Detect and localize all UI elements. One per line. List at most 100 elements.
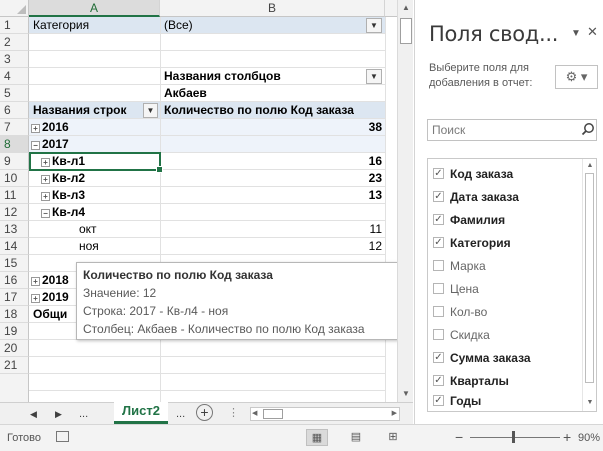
- sheet-tab-active[interactable]: Лист2: [114, 402, 168, 424]
- column-header-b[interactable]: B: [160, 0, 385, 17]
- row-header[interactable]: 16: [0, 272, 29, 289]
- collapse-icon[interactable]: −: [41, 209, 50, 218]
- cell-a11[interactable]: − Кв-л4: [41, 204, 159, 221]
- cell-a1[interactable]: Категория: [33, 17, 158, 34]
- add-sheet-icon[interactable]: +: [196, 404, 213, 421]
- page-layout-view-button[interactable]: ▤: [345, 429, 367, 446]
- checkbox-checked-icon[interactable]: ✓: [433, 352, 444, 363]
- horizontal-scrollbar[interactable]: ◀ ▶: [250, 407, 400, 421]
- row-header[interactable]: 17: [0, 289, 29, 306]
- expand-icon[interactable]: +: [41, 192, 50, 201]
- expand-icon[interactable]: +: [31, 277, 40, 286]
- cell-b3[interactable]: Названия столбцов: [164, 68, 364, 85]
- row-header[interactable]: 12: [0, 204, 29, 221]
- column-header-a[interactable]: A: [29, 0, 160, 17]
- pane-options-dropdown-icon[interactable]: ▼: [571, 28, 581, 39]
- row-header[interactable]: 6: [0, 102, 29, 119]
- more-sheets-left[interactable]: ...: [79, 406, 88, 422]
- row-header[interactable]: 4: [0, 68, 29, 85]
- row-header[interactable]: 20: [0, 340, 29, 357]
- field-list-scroll-thumb[interactable]: [585, 173, 594, 383]
- close-icon[interactable]: ✕: [587, 24, 598, 40]
- row-header[interactable]: 11: [0, 187, 29, 204]
- row-header[interactable]: 7: [0, 119, 29, 136]
- select-all-corner[interactable]: [0, 0, 29, 17]
- cell-b6[interactable]: 38: [164, 119, 382, 136]
- cell-b8[interactable]: 16: [164, 153, 382, 170]
- macro-record-icon[interactable]: [56, 431, 69, 442]
- checkbox-unchecked-icon[interactable]: [433, 329, 444, 340]
- row-header[interactable]: 14: [0, 238, 29, 255]
- zoom-slider-thumb[interactable]: [512, 431, 515, 443]
- cell-a16[interactable]: +2019: [31, 289, 76, 306]
- zoom-slider[interactable]: [470, 437, 560, 438]
- expand-icon[interactable]: +: [31, 124, 40, 133]
- zoom-out-icon[interactable]: −: [455, 429, 463, 445]
- row-header[interactable]: 8: [0, 136, 29, 153]
- row-header[interactable]: 13: [0, 221, 29, 238]
- vertical-scrollbar[interactable]: ▲ ▼: [397, 0, 413, 402]
- more-sheets-right[interactable]: ...: [176, 406, 185, 422]
- cell-b13[interactable]: 12: [164, 238, 382, 255]
- row-header[interactable]: 9: [0, 153, 29, 170]
- scroll-right-arrow-icon[interactable]: ▶: [392, 408, 397, 420]
- checkbox-checked-icon[interactable]: ✓: [433, 395, 444, 406]
- row-labels-dropdown-button[interactable]: ▼: [143, 103, 158, 118]
- row-header[interactable]: 5: [0, 85, 29, 102]
- cell-a10[interactable]: + Кв-л3: [41, 187, 159, 204]
- cell-a9[interactable]: + Кв-л2: [41, 170, 159, 187]
- column-labels-dropdown-button[interactable]: ▼: [366, 69, 382, 84]
- search-icon[interactable]: [581, 122, 595, 136]
- row-header[interactable]: 19: [0, 323, 29, 340]
- expand-icon[interactable]: +: [41, 175, 50, 184]
- checkbox-checked-icon[interactable]: ✓: [433, 375, 444, 386]
- cell-b9[interactable]: 23: [164, 170, 382, 187]
- row-header[interactable]: 10: [0, 170, 29, 187]
- scroll-up-arrow-icon[interactable]: ▲: [398, 0, 414, 16]
- row-header[interactable]: 1: [0, 17, 29, 34]
- checkbox-checked-icon[interactable]: ✓: [433, 168, 444, 179]
- next-sheet-arrow-icon[interactable]: ▶: [55, 406, 62, 422]
- normal-view-button[interactable]: ▦: [306, 429, 328, 446]
- prev-sheet-arrow-icon[interactable]: ◀: [30, 406, 37, 422]
- cell-b10[interactable]: 13: [164, 187, 382, 204]
- vertical-scroll-thumb[interactable]: [400, 18, 412, 44]
- zoom-in-icon[interactable]: +: [563, 429, 571, 445]
- expand-icon[interactable]: +: [31, 294, 40, 303]
- cell-a12[interactable]: окт: [79, 221, 159, 238]
- row-header[interactable]: 18: [0, 306, 29, 323]
- collapse-icon[interactable]: −: [31, 141, 40, 150]
- page-break-view-button[interactable]: ⊞: [382, 429, 404, 446]
- field-list-scrollbar[interactable]: ▲ ▼: [582, 159, 596, 411]
- cell-a6[interactable]: +2016: [31, 119, 159, 136]
- scroll-down-arrow-icon[interactable]: ▼: [583, 397, 597, 409]
- checkbox-checked-icon[interactable]: ✓: [433, 237, 444, 248]
- column-header-c[interactable]: [385, 0, 397, 17]
- checkbox-checked-icon[interactable]: ✓: [433, 191, 444, 202]
- cell-a13[interactable]: ноя: [79, 238, 159, 255]
- gear-icon[interactable]: ⚙ ▾: [555, 65, 598, 89]
- zoom-level[interactable]: 90%: [578, 432, 600, 444]
- horizontal-scroll-thumb[interactable]: [263, 409, 283, 419]
- checkbox-checked-icon[interactable]: ✓: [433, 214, 444, 225]
- cell-a17[interactable]: Общи: [33, 306, 76, 323]
- row-header[interactable]: 2: [0, 34, 29, 51]
- scroll-left-arrow-icon[interactable]: ◀: [252, 408, 257, 420]
- spreadsheet-grid[interactable]: A B 1 2 3 4 5 6 7 8 9 10 11 12 13 14 15 …: [0, 0, 397, 402]
- row-header[interactable]: 21: [0, 357, 29, 374]
- checkbox-unchecked-icon[interactable]: [433, 283, 444, 294]
- cell-b5[interactable]: Количество по полю Код заказа: [164, 102, 385, 119]
- scroll-down-arrow-icon[interactable]: ▼: [398, 386, 414, 402]
- checkbox-unchecked-icon[interactable]: [433, 306, 444, 317]
- row-header[interactable]: 15: [0, 255, 29, 272]
- field-search-input[interactable]: [427, 119, 597, 141]
- tab-splitter-icon[interactable]: ⋮: [228, 405, 239, 421]
- cell-b4[interactable]: Акбаев: [164, 85, 364, 102]
- row-header[interactable]: 3: [0, 51, 29, 68]
- cell-a7[interactable]: −2017: [31, 136, 159, 153]
- cell-b12[interactable]: 11: [164, 221, 382, 238]
- checkbox-unchecked-icon[interactable]: [433, 260, 444, 271]
- scroll-up-arrow-icon[interactable]: ▲: [583, 160, 597, 172]
- cell-b1[interactable]: (Все): [164, 17, 344, 34]
- cell-a15[interactable]: +2018: [31, 272, 76, 289]
